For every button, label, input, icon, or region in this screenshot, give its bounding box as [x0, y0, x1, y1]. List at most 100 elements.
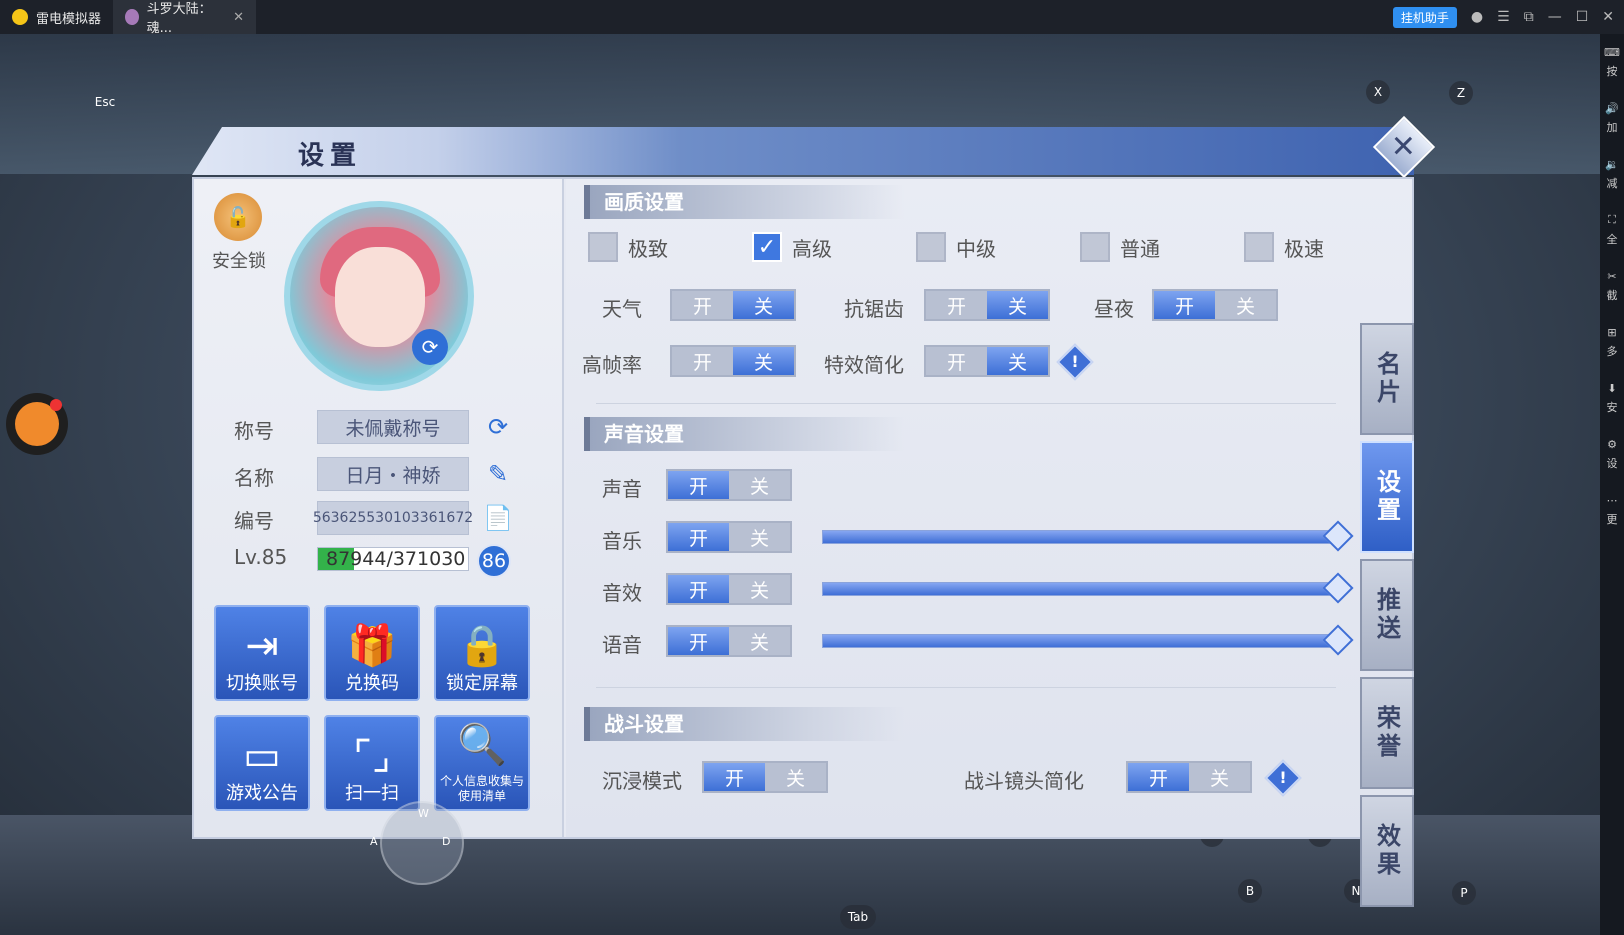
account-icon[interactable]: ● [1471, 9, 1483, 25]
copy-id-icon[interactable]: 📄 [482, 502, 514, 534]
redeem-code-button[interactable]: 🎁 兑换码 [324, 605, 420, 701]
sidebar-item-multi[interactable]: ⊞ 多 [1600, 314, 1624, 370]
security-lock-label: 安全锁 [212, 251, 266, 272]
immersive-mode-toggle[interactable]: 开关 [702, 761, 828, 793]
settings-column: 画质设置 极致 ✓ 高级 中级 普通 极速 天气 开关 抗锯齿 开关 昼夜 开关 … [566, 179, 1412, 837]
next-level-badge: 86 [477, 544, 511, 578]
music-volume-slider[interactable] [822, 520, 1354, 552]
sidebar-item-fullscreen[interactable]: ⛶ 全 [1600, 202, 1624, 258]
battle-camera-toggle[interactable]: 开关 [1126, 761, 1252, 793]
game-tab[interactable]: 斗罗大陆：魂... ✕ [113, 0, 257, 36]
title-value: 未佩戴称号 [317, 410, 469, 444]
daynight-label: 昼夜 [1094, 297, 1134, 321]
switch-account-button[interactable]: ⇥ 切换账号 [214, 605, 310, 701]
game-tab-label: 斗罗大陆：魂... [146, 2, 212, 36]
game-icon [125, 9, 139, 25]
scan-button[interactable]: ⌜⌟ 扫一扫 [324, 715, 420, 811]
effects-simplify-toggle[interactable]: 开关 [924, 345, 1050, 377]
weather-label: 天气 [602, 297, 642, 321]
lock-icon: 🔓 [225, 205, 251, 229]
name-value: 日月・神娇 [317, 457, 469, 491]
key-z: Z [1449, 81, 1473, 105]
movement-joystick[interactable]: W A D [370, 801, 464, 885]
assistant-float-ball[interactable] [6, 393, 68, 455]
quality-ultimate-checkbox[interactable]: 极致 [588, 232, 668, 262]
music-toggle[interactable]: 开关 [666, 521, 792, 553]
auto-helper-button[interactable]: 挂机助手 [1392, 6, 1457, 28]
close-tab-icon[interactable]: ✕ [233, 10, 244, 25]
sfx-label: 音效 [602, 581, 642, 605]
tab-effects[interactable]: 效果 [1360, 795, 1414, 907]
key-p: P [1452, 881, 1476, 905]
antialias-label: 抗锯齿 [844, 297, 904, 321]
antialias-toggle[interactable]: 开关 [924, 289, 1050, 321]
sidebar-item-screenshot[interactable]: ✂ 截 [1600, 258, 1624, 314]
multi-instance-icon: ⊞ [1607, 325, 1617, 339]
lock-screen-button[interactable]: 🔒 锁定屏幕 [434, 605, 530, 701]
sfx-volume-slider[interactable] [822, 572, 1354, 604]
tab-honor[interactable]: 荣誉 [1360, 677, 1414, 789]
voice-volume-slider[interactable] [822, 624, 1354, 656]
effects-info-icon[interactable]: ! [1056, 343, 1094, 381]
weather-toggle[interactable]: 开关 [670, 289, 796, 321]
scissors-icon: ✂ [1607, 269, 1617, 283]
announcement-button[interactable]: ▭ 游戏公告 [214, 715, 310, 811]
edit-name-icon[interactable]: ✎ [482, 458, 514, 490]
sfx-toggle[interactable]: 开关 [666, 573, 792, 605]
key-d: D [442, 835, 451, 848]
security-lock-button[interactable]: 🔓 [214, 193, 262, 241]
quality-normal-checkbox[interactable]: 普通 [1080, 232, 1160, 262]
minimize-icon[interactable]: — [1548, 9, 1562, 25]
voice-toggle[interactable]: 开关 [666, 625, 792, 657]
sidebar-item-volume-up[interactable]: 🔊 加 [1600, 90, 1624, 146]
voice-slider-handle[interactable] [1322, 624, 1354, 656]
sidebar-item-more[interactable]: ⋯ 更 [1600, 482, 1624, 538]
restore-icon[interactable]: ⧉ [1524, 9, 1534, 25]
voice-label: 语音 [602, 633, 642, 657]
sidebar-item-volume-down[interactable]: 🔉 减 [1600, 146, 1624, 202]
name-label: 名称 [234, 466, 274, 490]
gift-icon: 🎁 [347, 623, 397, 669]
id-value: 563625530103361672 [313, 501, 473, 535]
quality-fast-checkbox[interactable]: 极速 [1244, 232, 1324, 262]
avatar-refresh-icon[interactable]: ⟳ [412, 329, 448, 365]
privacy-list-button[interactable]: 🔍 个人信息收集与使用清单 [434, 715, 530, 811]
key-esc: Esc [94, 95, 116, 109]
panel-title: 设置 [298, 141, 363, 171]
menu-icon[interactable]: ☰ [1497, 9, 1510, 25]
level-label: Lv.85 [234, 545, 288, 569]
tab-settings[interactable]: 设置 [1360, 441, 1414, 553]
close-window-icon[interactable]: ✕ [1602, 9, 1614, 25]
profile-column: 🔓 安全锁 ⟳ 称号 未佩戴称号 ⟳ 名称 日月・神娇 ✎ 编号 5636255… [194, 179, 564, 885]
highfps-label: 高帧率 [582, 353, 642, 377]
sfx-slider-handle[interactable] [1322, 572, 1354, 604]
avatar[interactable] [284, 201, 474, 391]
refresh-title-icon[interactable]: ⟳ [482, 411, 514, 443]
highfps-toggle[interactable]: 开关 [670, 345, 796, 377]
exp-bar: 87944/371030 [317, 547, 469, 571]
install-icon: ⬇ [1607, 381, 1617, 395]
tab-push[interactable]: 推送 [1360, 559, 1414, 671]
sound-toggle[interactable]: 开关 [666, 469, 792, 501]
battle-camera-info-icon[interactable]: ! [1264, 759, 1302, 797]
gear-icon: ⚙ [1607, 437, 1617, 451]
panel-body: 🔓 安全锁 ⟳ 称号 未佩戴称号 ⟳ 名称 日月・神娇 ✎ 编号 5636255… [192, 177, 1414, 885]
sidebar-item-settings[interactable]: ⚙ 设 [1600, 426, 1624, 482]
sidebar-item-install[interactable]: ⬇ 安 [1600, 370, 1624, 426]
quality-medium-checkbox[interactable]: 中级 [916, 232, 996, 262]
maximize-icon[interactable]: ☐ [1576, 9, 1589, 25]
music-slider-handle[interactable] [1322, 520, 1354, 552]
exp-text: 87944/371030 [326, 548, 466, 570]
battle-section-header: 战斗设置 [584, 707, 904, 741]
key-w: W [418, 807, 429, 820]
app-tab[interactable]: 雷电模拟器 [0, 0, 113, 34]
key-a: A [370, 835, 378, 848]
tab-profile-card[interactable]: 名片 [1360, 323, 1414, 435]
music-label: 音乐 [602, 529, 642, 553]
scan-icon: ⌜⌟ [353, 733, 391, 779]
sidebar-item-keymap[interactable]: ⌨ 按 [1600, 34, 1624, 90]
quality-high-checkbox[interactable]: ✓ 高级 [752, 232, 832, 262]
document-search-icon: 🔍 [457, 722, 507, 769]
daynight-toggle[interactable]: 开关 [1152, 289, 1278, 321]
keyboard-icon: ⌨ [1604, 45, 1620, 59]
